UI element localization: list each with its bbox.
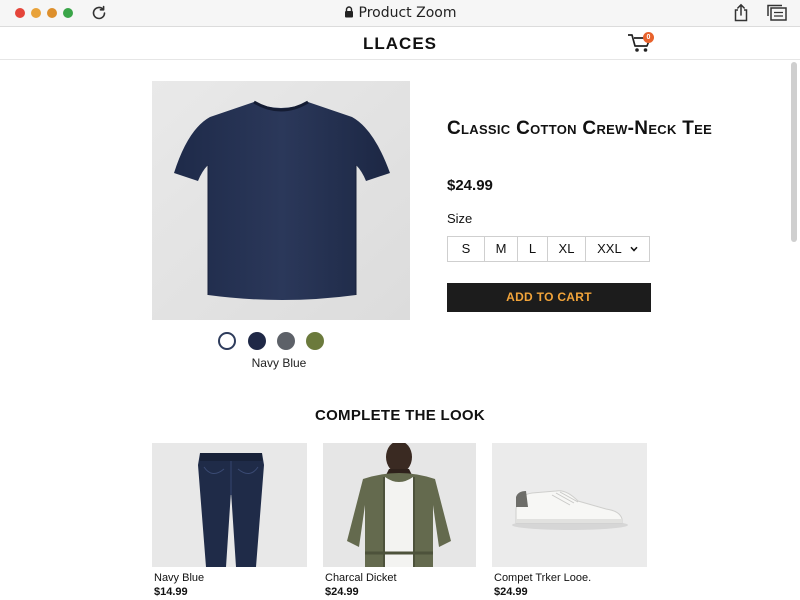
recommendation-name[interactable]: Navy Blue [154,572,204,584]
recommendation-card[interactable]: Navy Blue $14.99 [152,443,307,600]
cart-count-badge: 0 [643,32,654,43]
share-icon[interactable] [732,3,750,23]
browser-toolbar: Product Zoom [0,0,800,27]
address-bar[interactable]: Product Zoom [0,5,800,21]
recommendation-price: $24.99 [494,586,528,598]
size-option-s[interactable]: S [448,237,485,261]
product-title: Classic Cotton Crew-Neck Tee [447,118,713,139]
brand-logo[interactable]: LLACES [0,34,800,54]
recommendation-name[interactable]: Charcal Dicket [325,572,397,584]
swatch-olive[interactable] [306,332,324,350]
chevron-down-icon [630,246,638,252]
swatch-navy[interactable] [248,332,266,350]
site-header: LLACES 0 [0,28,800,60]
olive-bomber-jacket-photo [323,443,476,567]
color-swatches [216,332,332,350]
dark-jeans-photo [152,443,307,567]
recommendation-card[interactable]: Compet Trker Looe. $24.99 [492,443,647,600]
recommendation-card[interactable]: Charcal Dicket $24.99 [323,443,476,600]
selected-color-label: Navy Blue [251,356,307,370]
size-selector: S M L XL XXL [447,236,650,262]
product-price: $24.99 [447,177,493,194]
tabs-icon[interactable] [766,4,788,22]
size-option-xxl: XXL [597,241,622,256]
navy-tshirt-photo [152,81,410,320]
recommendation-price: $24.99 [325,586,359,598]
white-sneaker-photo [492,443,647,567]
size-option-l[interactable]: L [518,237,548,261]
recommendation-image[interactable] [152,443,307,567]
recommendation-name[interactable]: Compet Trker Looe. [494,572,591,584]
page-scrollbar[interactable] [791,62,797,242]
product-image[interactable] [152,81,410,320]
page-title: Product Zoom [358,5,457,21]
size-label: Size [447,211,473,226]
recommendation-image[interactable] [492,443,647,567]
swatch-white[interactable] [218,332,236,350]
size-option-xl[interactable]: XL [548,237,586,261]
size-dropdown-xxl[interactable]: XXL [586,237,649,261]
add-to-cart-button[interactable]: ADD TO CART [447,283,651,312]
size-option-m[interactable]: M [485,237,518,261]
section-title: COMPLETE THE LOOK [314,407,486,424]
lock-icon [344,6,353,18]
recommendation-price: $14.99 [154,586,188,598]
recommendation-image[interactable] [323,443,476,567]
swatch-charcoal[interactable] [277,332,295,350]
